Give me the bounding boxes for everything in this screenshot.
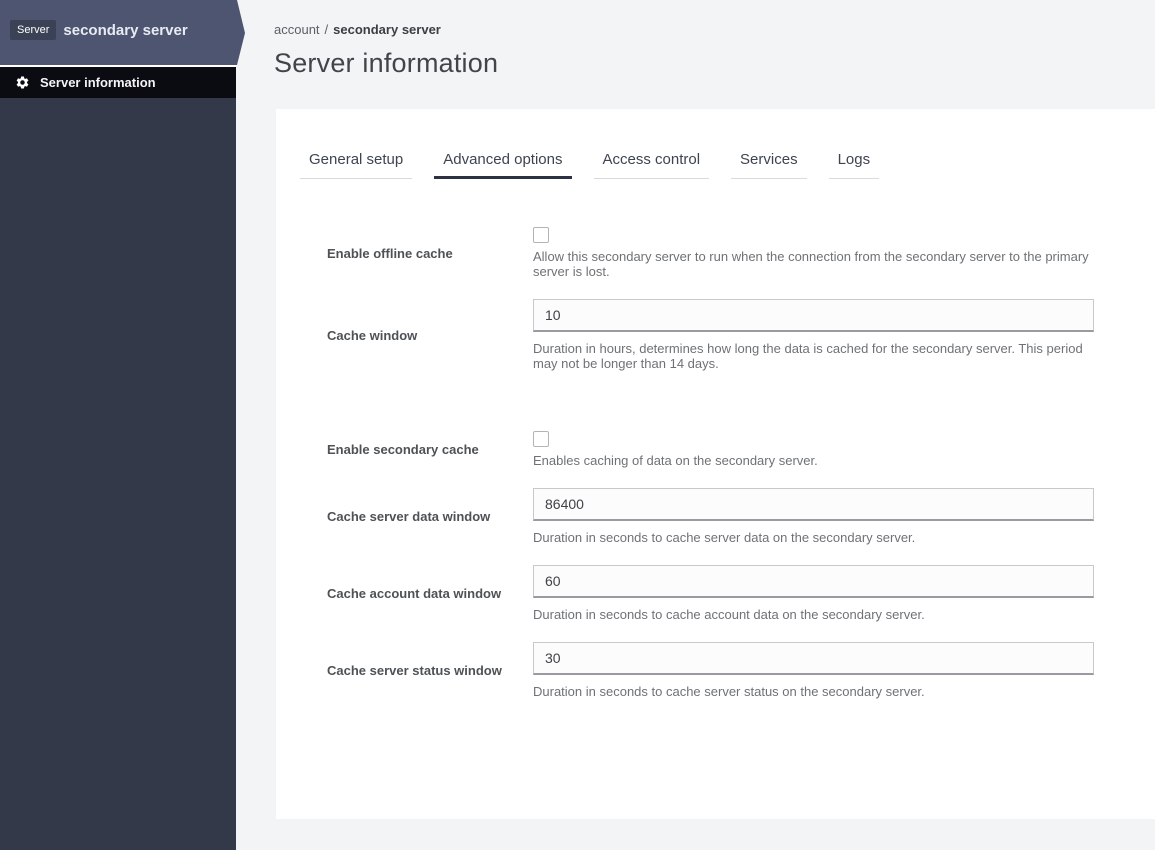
field-cell: Allow this secondary server to run when … <box>533 227 1094 279</box>
cache-window-input[interactable] <box>533 299 1094 332</box>
field-cell: Duration in seconds to cache account dat… <box>533 565 1094 622</box>
sidebar-item-server-information[interactable]: Server information <box>0 65 236 98</box>
tab-advanced-options[interactable]: Advanced options <box>434 143 572 179</box>
form-row: Cache window Duration in hours, determine… <box>300 299 1131 371</box>
field-label: Cache window <box>327 327 418 343</box>
enable-secondary-cache-checkbox[interactable] <box>533 431 549 447</box>
field-cell: Duration in seconds to cache server stat… <box>533 642 1094 699</box>
breadcrumb-parent[interactable]: account <box>274 22 320 37</box>
tab-bar: General setup Advanced options Access cont… <box>300 143 1131 179</box>
settings-form: Enable offline cache Allow this secondary… <box>300 227 1131 699</box>
form-section: Enable secondary cache Enables caching of… <box>300 431 1131 699</box>
breadcrumb-current: secondary server <box>333 22 441 37</box>
field-help: Duration in hours, determines how long t… <box>533 341 1083 371</box>
form-row: Enable secondary cache Enables caching of… <box>300 431 1131 468</box>
cache-account-data-window-input[interactable] <box>533 565 1094 598</box>
page-head: account / secondary server Server informat… <box>236 0 1155 79</box>
server-type-badge: Server <box>10 20 57 40</box>
breadcrumb: account / secondary server <box>274 22 1155 37</box>
form-row: Enable offline cache Allow this secondary… <box>300 227 1131 279</box>
field-help: Allow this secondary server to run when … <box>533 249 1089 279</box>
field-label: Enable secondary cache <box>327 442 479 457</box>
tab-general-setup[interactable]: General setup <box>300 143 413 179</box>
field-label: Cache account data window <box>327 586 502 601</box>
gear-icon <box>15 75 30 90</box>
form-row: Cache server status window Duration in se… <box>300 642 1131 699</box>
sidebar-header: Server secondary server <box>0 0 245 65</box>
main-area: account / secondary server Server informat… <box>236 0 1155 850</box>
server-name: secondary server <box>63 21 188 39</box>
cache-server-data-window-input[interactable] <box>533 488 1094 521</box>
cache-server-status-window-input[interactable] <box>533 642 1094 675</box>
tab-services[interactable]: Services <box>731 143 807 179</box>
form-row: Cache account data window Duration in sec… <box>300 565 1131 622</box>
content-card: General setup Advanced options Access cont… <box>276 109 1155 819</box>
tab-logs[interactable]: Logs <box>828 143 880 179</box>
field-label: Cache server status window <box>327 663 502 678</box>
field-help: Duration in seconds to cache server stat… <box>533 684 925 699</box>
enable-offline-cache-checkbox[interactable] <box>533 227 549 243</box>
field-label: Enable offline cache <box>327 245 453 261</box>
field-help: Duration in seconds to cache server data… <box>533 530 916 545</box>
field-cell: Duration in hours, determines how long t… <box>533 299 1094 371</box>
field-cell: Duration in seconds to cache server data… <box>533 488 1094 545</box>
field-help: Duration in seconds to cache account dat… <box>533 607 925 622</box>
form-row: Cache server data window Duration in seco… <box>300 488 1131 545</box>
form-section: Enable offline cache Allow this secondary… <box>300 227 1131 371</box>
sidebar: Server secondary server Server informatio… <box>0 0 245 850</box>
field-cell: Enables caching of data on the secondary… <box>533 431 1094 468</box>
page-title: Server information <box>274 48 499 78</box>
breadcrumb-separator: / <box>324 22 329 37</box>
field-help: Enables caching of data on the secondary… <box>533 453 818 468</box>
sidebar-item-label: Server information <box>40 75 156 90</box>
field-label: Cache server data window <box>327 509 491 524</box>
tab-access-control[interactable]: Access control <box>593 143 710 179</box>
